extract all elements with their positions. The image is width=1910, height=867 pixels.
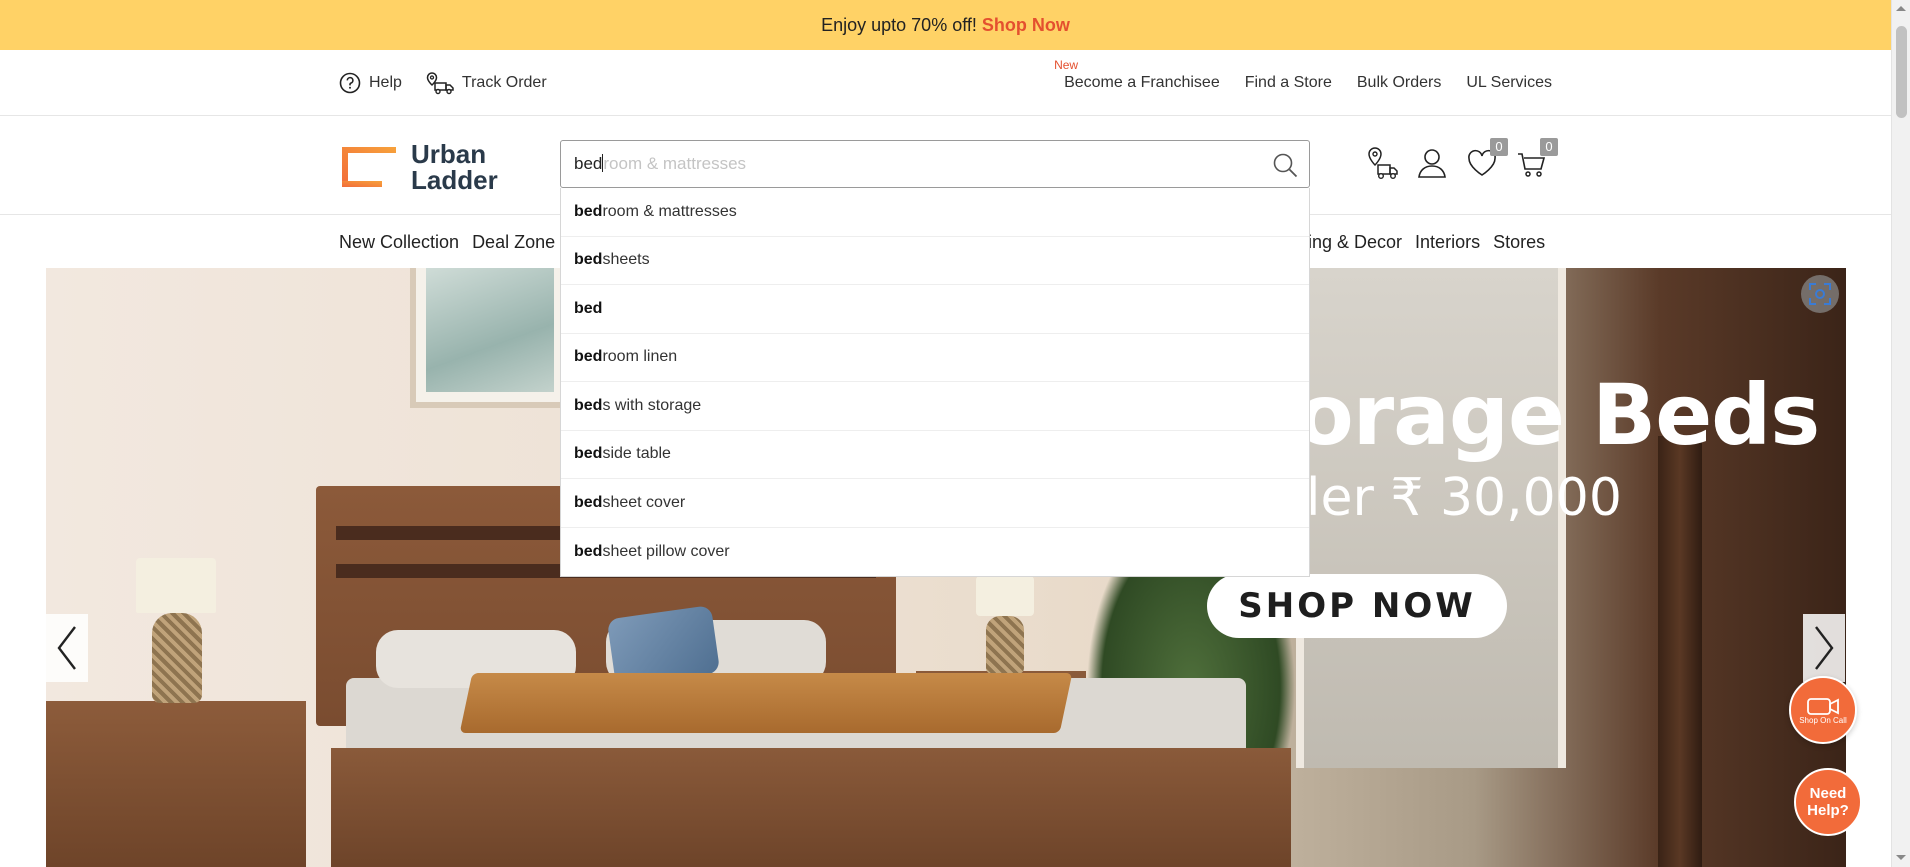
promo-banner: Enjoy upto 70% off! Shop Now xyxy=(0,0,1891,50)
cart-button[interactable]: 0 xyxy=(1516,138,1558,180)
logo-text-line1: Urban xyxy=(411,139,487,169)
utility-bar: Help Track Order New Become a Franchisee… xyxy=(0,50,1891,116)
need-help-button[interactable]: Need Help? xyxy=(1794,768,1862,836)
cart-count-badge: 0 xyxy=(1540,138,1558,156)
suggestion-item[interactable]: bed sheet cover xyxy=(561,479,1309,528)
store-delivery-icon xyxy=(1368,147,1398,180)
chevron-right-icon xyxy=(1815,626,1834,670)
lamp-shade-left xyxy=(136,558,216,613)
nav-new-collection[interactable]: New Collection xyxy=(339,232,459,253)
promo-text: Enjoy upto 70% off! xyxy=(821,14,977,35)
user-icon xyxy=(1418,149,1446,178)
become-franchisee-link[interactable]: New Become a Franchisee xyxy=(1054,58,1220,92)
help-circle-icon xyxy=(339,72,361,94)
bed-storage-base xyxy=(331,748,1291,867)
bulk-orders-link[interactable]: Bulk Orders xyxy=(1357,74,1441,92)
hero-subtitle: ler ₹ 30,000 xyxy=(1306,468,1622,528)
suggestion-item[interactable]: bed xyxy=(561,285,1309,334)
scan-icon xyxy=(1809,283,1831,305)
account-button[interactable] xyxy=(1416,146,1448,180)
scroll-down-arrow-icon[interactable] xyxy=(1896,855,1906,860)
suggestion-item[interactable]: bed sheet pillow cover xyxy=(561,528,1309,577)
need-help-line1: Need xyxy=(1809,785,1847,802)
nav-stores[interactable]: Stores xyxy=(1493,232,1545,253)
suggestion-item[interactable]: bed sheets xyxy=(561,237,1309,285)
chevron-left-icon xyxy=(57,626,76,670)
track-order-link[interactable]: Track Order xyxy=(426,71,547,95)
need-help-line2: Help? xyxy=(1807,802,1849,819)
suggestion-item[interactable]: bed room & mattresses xyxy=(561,188,1309,237)
carousel-prev-button[interactable] xyxy=(46,614,88,682)
shop-on-call-button[interactable]: Shop On Call xyxy=(1789,676,1857,744)
bed-throw xyxy=(459,673,1073,733)
nightstand-left xyxy=(46,701,306,867)
video-camera-icon xyxy=(1807,697,1839,715)
track-order-label: Track Order xyxy=(461,74,547,91)
nav-furnishing-decor[interactable]: ing & Decor xyxy=(1308,232,1402,253)
suggestion-item[interactable]: bed s with storage xyxy=(561,382,1309,431)
shop-on-call-label: Shop On Call xyxy=(1799,715,1847,725)
scrollbar-thumb[interactable] xyxy=(1896,26,1907,118)
nav-interiors[interactable]: Interiors xyxy=(1415,232,1480,253)
scroll-up-arrow-icon[interactable] xyxy=(1896,6,1906,11)
hero-shop-now-button[interactable]: SHOP NOW xyxy=(1207,574,1507,638)
suggestion-item[interactable]: bed side table xyxy=(561,431,1309,479)
new-badge: New xyxy=(1054,58,1079,72)
logo-mark-icon xyxy=(342,147,396,187)
lamp-base-left xyxy=(152,613,202,703)
find-store-link[interactable]: Find a Store xyxy=(1245,74,1332,92)
urban-ladder-logo[interactable]: Urban Ladder xyxy=(339,141,498,193)
lamp-shade-right xyxy=(976,576,1034,616)
hero-title: orage Beds xyxy=(1296,366,1820,464)
search-icon[interactable] xyxy=(1271,151,1299,179)
ul-services-link[interactable]: UL Services xyxy=(1466,74,1552,92)
wishlist-count-badge: 0 xyxy=(1490,138,1508,156)
help-label: Help xyxy=(369,74,402,91)
wooden-pillar xyxy=(1658,436,1702,867)
nav-deal-zone[interactable]: Deal Zone xyxy=(472,232,555,253)
page-scrollbar[interactable] xyxy=(1891,0,1910,867)
search-typed-text: bed xyxy=(574,154,603,173)
suggestion-item[interactable]: bed room linen xyxy=(561,334,1309,382)
logo-text-line2: Ladder xyxy=(411,165,498,195)
search-input[interactable]: bedroom & mattresses xyxy=(560,140,1310,188)
promo-shop-now-link[interactable]: Shop Now xyxy=(982,15,1070,36)
search-autocomplete-ghost: room & mattresses xyxy=(603,154,747,173)
store-locator-button[interactable] xyxy=(1366,146,1398,180)
wishlist-button[interactable]: 0 xyxy=(1466,138,1508,180)
lamp-base-right xyxy=(986,616,1024,674)
help-link[interactable]: Help xyxy=(339,72,402,94)
franchisee-label: Become a Franchisee xyxy=(1064,74,1220,91)
delivery-truck-icon xyxy=(426,72,454,95)
search-suggestions-dropdown: bed room & mattresses bed sheets bed bed ro… xyxy=(560,188,1310,577)
visual-search-button[interactable] xyxy=(1801,275,1839,313)
wall-art-frame xyxy=(410,268,570,408)
carousel-next-button[interactable] xyxy=(1803,614,1845,682)
